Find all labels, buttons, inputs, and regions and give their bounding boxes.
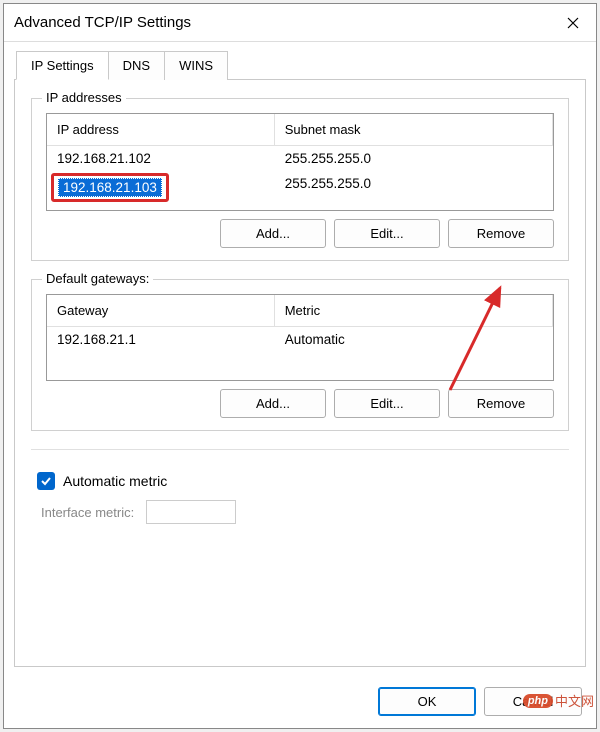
remove-ip-button[interactable]: Remove — [448, 219, 554, 248]
column-mask[interactable]: Subnet mask — [275, 114, 553, 145]
column-gateway[interactable]: Gateway — [47, 295, 275, 326]
cell-gateway: 192.168.21.1 — [47, 327, 275, 352]
cell-metric: Automatic — [275, 327, 553, 352]
close-button[interactable] — [550, 4, 596, 41]
cancel-button[interactable]: Cancel — [484, 687, 582, 716]
groupbox-label: IP addresses — [42, 90, 126, 105]
groupbox-label: Default gateways: — [42, 271, 153, 286]
ip-address-list[interactable]: IP address Subnet mask 192.168.21.102 25… — [46, 113, 554, 211]
list-header: IP address Subnet mask — [47, 114, 553, 146]
window-title: Advanced TCP/IP Settings — [14, 14, 550, 31]
dialog-footer: OK Cancel — [4, 677, 596, 728]
column-metric[interactable]: Metric — [275, 295, 553, 326]
gateway-list[interactable]: Gateway Metric 192.168.21.1 Automatic — [46, 294, 554, 381]
close-icon — [567, 17, 579, 29]
auto-metric-checkbox[interactable] — [37, 472, 55, 490]
tab-ip-settings[interactable]: IP Settings — [16, 51, 109, 80]
tab-wins[interactable]: WINS — [164, 51, 228, 80]
remove-gateway-button[interactable]: Remove — [448, 389, 554, 418]
auto-metric-row[interactable]: Automatic metric — [37, 472, 563, 490]
tab-dns[interactable]: DNS — [108, 51, 165, 80]
auto-metric-label: Automatic metric — [63, 473, 167, 489]
list-header: Gateway Metric — [47, 295, 553, 327]
edit-ip-button[interactable]: Edit... — [334, 219, 440, 248]
divider — [31, 449, 569, 450]
titlebar: Advanced TCP/IP Settings — [4, 4, 596, 42]
cell-ip: 192.168.21.102 — [47, 146, 275, 171]
column-ip[interactable]: IP address — [47, 114, 275, 145]
metric-section: Automatic metric Interface metric: — [31, 468, 569, 528]
interface-metric-label: Interface metric: — [41, 505, 134, 520]
groupbox-gateways: Default gateways: Gateway Metric 192.168… — [31, 279, 569, 431]
groupbox-ip-addresses: IP addresses IP address Subnet mask 192.… — [31, 98, 569, 261]
tab-panel: IP addresses IP address Subnet mask 192.… — [14, 79, 586, 667]
cell-mask: 255.255.255.0 — [275, 146, 553, 171]
tab-strip: IP Settings DNS WINS — [16, 50, 586, 79]
interface-metric-input — [146, 500, 236, 524]
ok-button[interactable]: OK — [378, 687, 476, 716]
gateway-buttons: Add... Edit... Remove — [46, 389, 554, 418]
list-row[interactable]: 192.168.21.103 255.255.255.0 — [47, 171, 553, 204]
list-row[interactable]: 192.168.21.102 255.255.255.0 — [47, 146, 553, 171]
interface-metric-row: Interface metric: — [41, 500, 563, 524]
ip-buttons: Add... Edit... Remove — [46, 219, 554, 248]
check-icon — [40, 475, 52, 487]
edit-gateway-button[interactable]: Edit... — [334, 389, 440, 418]
add-gateway-button[interactable]: Add... — [220, 389, 326, 418]
content-area: IP Settings DNS WINS IP addresses IP add… — [4, 42, 596, 677]
cell-mask: 255.255.255.0 — [275, 171, 553, 204]
list-row[interactable]: 192.168.21.1 Automatic — [47, 327, 553, 352]
dialog-window: Advanced TCP/IP Settings IP Settings DNS… — [3, 3, 597, 729]
add-ip-button[interactable]: Add... — [220, 219, 326, 248]
cell-ip-selected: 192.168.21.103 — [47, 171, 275, 204]
